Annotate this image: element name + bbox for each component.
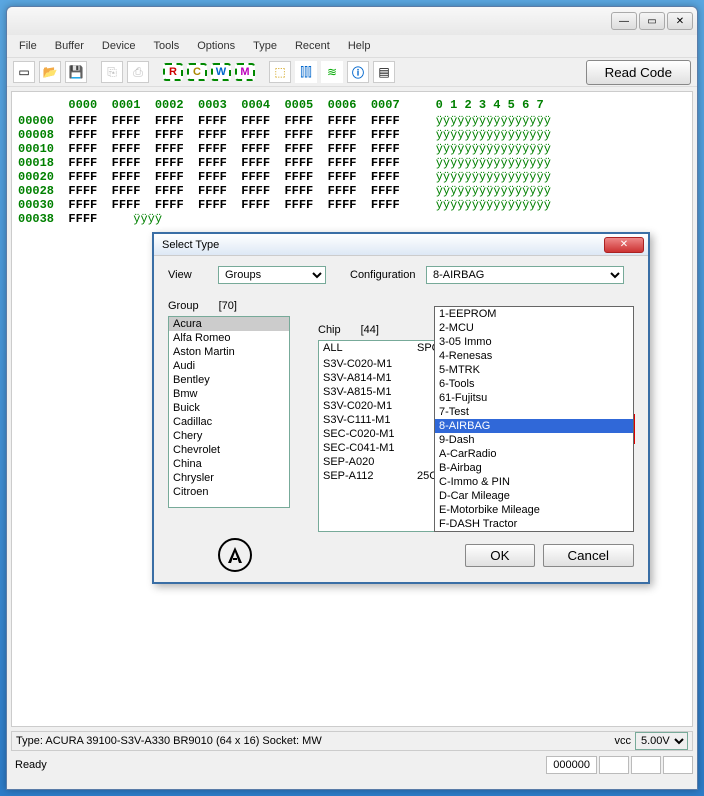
status-ready: Ready — [11, 759, 544, 771]
sliders-icon[interactable]: ⫿⫿⫿ — [295, 61, 317, 83]
hex-row[interactable]: 00010 FFFF FFFF FFFF FFFF FFFF FFFF FFFF… — [18, 142, 686, 156]
titlebar: — ▭ ✕ — [7, 7, 697, 35]
group-item[interactable]: Bmw — [169, 387, 289, 401]
ok-button[interactable]: OK — [465, 544, 534, 567]
config-option[interactable]: C-Immo & PIN — [435, 475, 633, 489]
group-item[interactable]: Cadillac — [169, 415, 289, 429]
group-item[interactable]: Chevrolet — [169, 443, 289, 457]
config-option[interactable]: B-Airbag — [435, 461, 633, 475]
menu-file[interactable]: File — [11, 38, 45, 54]
car-icon[interactable]: ≋ — [321, 61, 343, 83]
new-icon[interactable]: ▭ — [13, 61, 35, 83]
view-label: View — [168, 269, 212, 281]
copy-icon[interactable]: ⎘ — [101, 61, 123, 83]
write-chip-icon[interactable]: W — [211, 63, 231, 81]
status-cell-2 — [599, 756, 629, 774]
group-label: Group — [168, 300, 199, 312]
group-item[interactable]: Acura — [169, 317, 289, 331]
minimize-button[interactable]: — — [611, 12, 637, 30]
hex-row[interactable]: 00020 FFFF FFFF FFFF FFFF FFFF FFFF FFFF… — [18, 170, 686, 184]
menu-buffer[interactable]: Buffer — [47, 38, 92, 54]
status-bar-top: Type: ACURA 39100-S3V-A330 BR9010 (64 x … — [11, 731, 693, 751]
config-option[interactable]: 9-Dash — [435, 433, 633, 447]
menubar: FileBufferDeviceToolsOptionsTypeRecentHe… — [7, 35, 697, 57]
hex-row[interactable]: 00030 FFFF FFFF FFFF FFFF FFFF FFFF FFFF… — [18, 198, 686, 212]
hex-edit-icon[interactable]: ⬚ — [269, 61, 291, 83]
read-chip-icon[interactable]: R — [163, 63, 183, 81]
config-option[interactable]: 1-EEPROM — [435, 307, 633, 321]
maximize-button[interactable]: ▭ — [639, 12, 665, 30]
compare-chip-icon[interactable]: C — [187, 63, 207, 81]
menu-device[interactable]: Device — [94, 38, 144, 54]
menu-tools[interactable]: Tools — [146, 38, 188, 54]
group-item[interactable]: Audi — [169, 359, 289, 373]
config-option[interactable]: A-CarRadio — [435, 447, 633, 461]
configuration-dropdown[interactable]: 1-EEPROM2-MCU3-05 Immo4-Renesas5-MTRK6-T… — [434, 306, 634, 532]
save-icon[interactable]: 💾 — [65, 61, 87, 83]
chip-count: [44] — [361, 324, 379, 336]
hex-row[interactable]: 00008 FFFF FFFF FFFF FFFF FFFF FFFF FFFF… — [18, 128, 686, 142]
chip-label: Chip — [318, 324, 341, 336]
group-count: [70] — [219, 300, 237, 312]
dialog-titlebar: Select Type ✕ — [154, 234, 648, 256]
group-listbox[interactable]: AcuraAlfa RomeoAston MartinAudiBentleyBm… — [168, 316, 290, 508]
config-option[interactable]: 3-05 Immo — [435, 335, 633, 349]
hex-row[interactable]: 00028 FFFF FFFF FFFF FFFF FFFF FFFF FFFF… — [18, 184, 686, 198]
menu-help[interactable]: Help — [340, 38, 379, 54]
menu-options[interactable]: Options — [189, 38, 243, 54]
close-window-button[interactable]: ✕ — [667, 12, 693, 30]
config-option[interactable]: 4-Renesas — [435, 349, 633, 363]
vcc-label: vcc — [611, 735, 636, 747]
paste-icon[interactable]: ⎙ — [127, 61, 149, 83]
cancel-button[interactable]: Cancel — [543, 544, 635, 567]
vcc-select[interactable]: 5.00V — [635, 732, 688, 750]
configuration-select[interactable]: 8-AIRBAG — [426, 266, 624, 284]
config-option[interactable]: 6-Tools — [435, 377, 633, 391]
type-info: Type: ACURA 39100-S3V-A330 BR9010 (64 x … — [16, 735, 611, 747]
hex-row[interactable]: 00018 FFFF FFFF FFFF FFFF FFFF FFFF FFFF… — [18, 156, 686, 170]
status-cell-3 — [631, 756, 661, 774]
group-item[interactable]: China — [169, 457, 289, 471]
configuration-label: Configuration — [350, 269, 420, 281]
group-item[interactable]: Alfa Romeo — [169, 331, 289, 345]
menu-recent[interactable]: Recent — [287, 38, 338, 54]
config-option[interactable]: D-Car Mileage — [435, 489, 633, 503]
config-option[interactable]: E-Motorbike Mileage — [435, 503, 633, 517]
hex-header: 0000 0001 0002 0003 0004 0005 0006 0007 … — [18, 98, 686, 112]
config-option[interactable]: F-DASH Tractor — [435, 517, 633, 531]
hex-row[interactable]: 00000 FFFF FFFF FFFF FFFF FFFF FFFF FFFF… — [18, 114, 686, 128]
menu-type[interactable]: Type — [245, 38, 285, 54]
hex-row[interactable]: 00038 FFFF ÿÿÿÿ — [18, 212, 686, 226]
group-item[interactable]: Aston Martin — [169, 345, 289, 359]
list-icon[interactable]: ▤ — [373, 61, 395, 83]
info-icon[interactable]: ⓘ — [347, 61, 369, 83]
group-item[interactable]: Bentley — [169, 373, 289, 387]
open-icon[interactable]: 📂 — [39, 61, 61, 83]
modify-chip-icon[interactable]: M — [235, 63, 255, 81]
group-item[interactable]: Citroen — [169, 485, 289, 499]
config-option[interactable]: 5-MTRK — [435, 363, 633, 377]
group-item[interactable]: Chery — [169, 429, 289, 443]
config-option[interactable]: 7-Test — [435, 405, 633, 419]
status-counter: 000000 — [546, 756, 597, 774]
toolbar: ▭ 📂 💾 ⎘ ⎙ R C W M ⬚ ⫿⫿⫿ ≋ ⓘ ▤ Read Code — [7, 57, 697, 87]
view-select[interactable]: Groups — [218, 266, 326, 284]
dialog-close-button[interactable]: ✕ — [604, 237, 644, 253]
config-option[interactable]: 2-MCU — [435, 321, 633, 335]
read-code-button[interactable]: Read Code — [586, 60, 691, 85]
group-item[interactable]: Chrysler — [169, 471, 289, 485]
select-type-dialog: Select Type ✕ View Groups Configuration … — [152, 232, 650, 584]
status-cell-4 — [663, 756, 693, 774]
dialog-title: Select Type — [158, 239, 604, 251]
status-bar-bottom: Ready 000000 — [11, 755, 693, 775]
brand-logo — [218, 538, 252, 572]
group-item[interactable]: Buick — [169, 401, 289, 415]
config-option[interactable]: 61-Fujitsu — [435, 391, 633, 405]
config-option[interactable]: 8-AIRBAG — [435, 419, 633, 433]
